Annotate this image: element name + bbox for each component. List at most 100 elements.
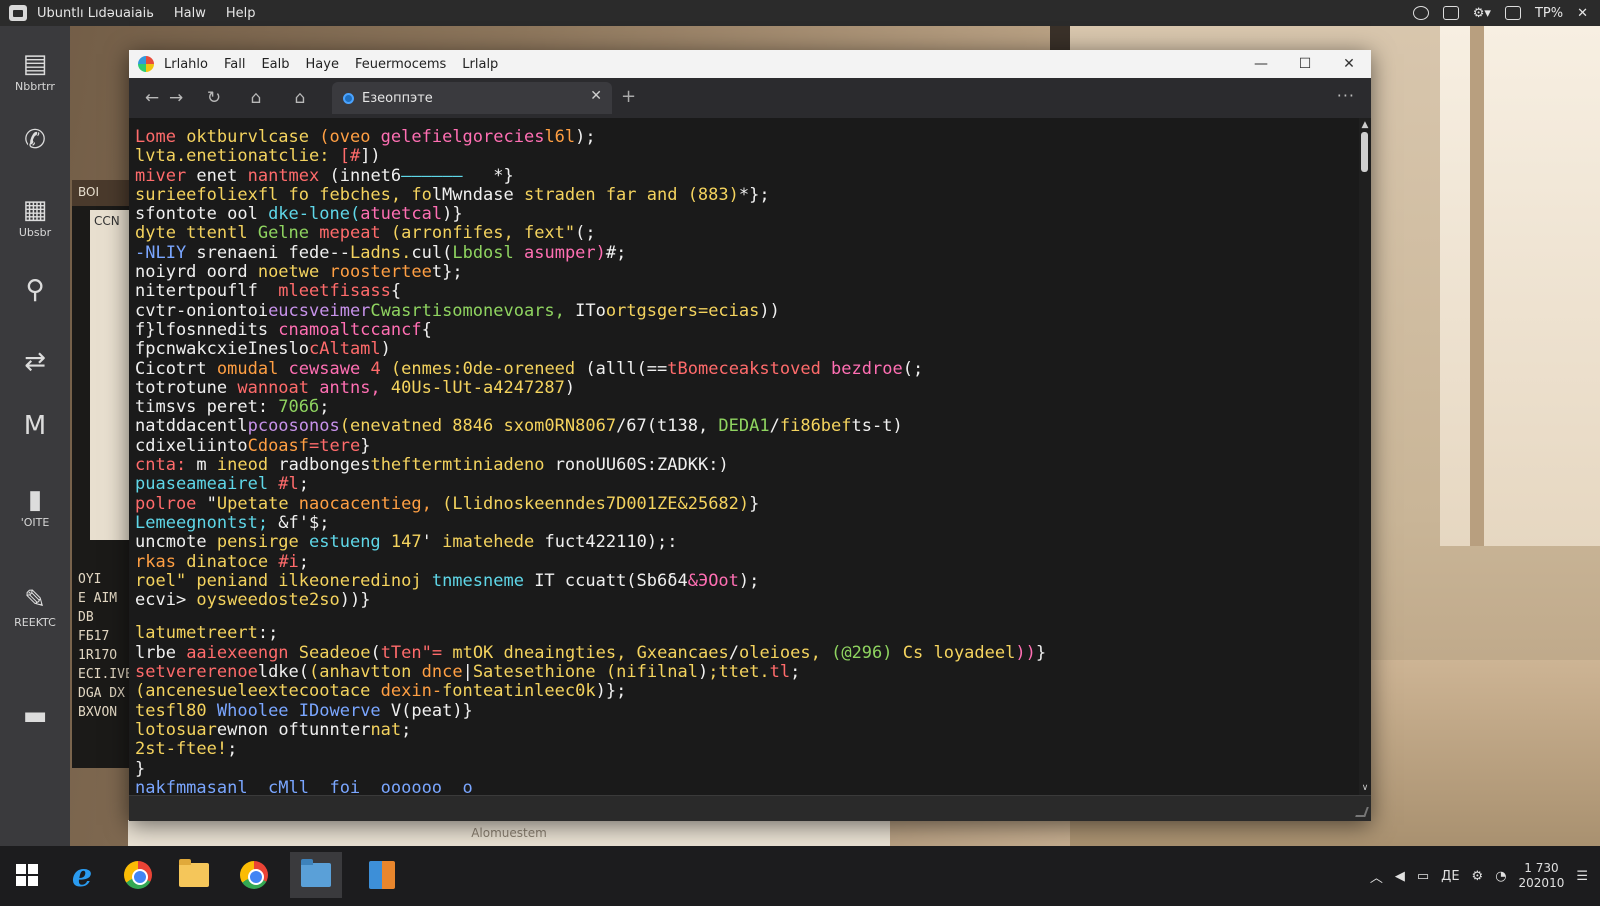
resize-grip-icon[interactable] [1355,807,1369,817]
code-token: tl [769,662,791,683]
dock-item-search[interactable]: ⚲ [0,274,70,306]
forward-arrow-icon[interactable]: → [169,88,183,108]
code-token: ecvi> [135,590,197,611]
new-tab-button[interactable]: + [621,86,636,107]
wifi-icon[interactable]: ◔ [1495,869,1506,884]
notifications-icon[interactable]: ☰ [1576,869,1588,884]
menu-app[interactable]: Lrlahlo [164,57,208,72]
chevron-up-icon[interactable]: ︿ [1370,867,1383,886]
menu-preferences[interactable]: Feuermocems [355,57,446,72]
dock-item-edit[interactable]: ✎ REEKTC [0,584,70,629]
code-token: timsvs peret: [135,397,279,418]
home-icon-2[interactable]: ⌂ [283,88,317,108]
code-token: V(peat)} [390,700,473,721]
taskbar-clock[interactable]: 1 730 202010 [1519,861,1565,891]
clock-icon[interactable] [1412,6,1429,20]
taskbar-3d-box[interactable] [356,852,408,898]
network-icon[interactable]: ⚙▾ [1473,6,1491,21]
code-token: ); [575,127,596,147]
clock-time: 1 730 [1524,861,1559,875]
code-token: *}; [738,184,770,205]
code-token: bezdroe [831,358,903,379]
more-options-icon[interactable]: ··· [1337,86,1355,105]
code-token: Satesethione [472,662,606,683]
dock-item-mail[interactable]: M [0,410,70,442]
dock-item-file[interactable]: ▮ 'OITE [0,484,70,529]
minimize-button[interactable]: — [1239,50,1283,78]
code-token: nantmex [247,165,330,186]
code-line: } [135,759,1359,779]
power-icon[interactable]: ✕ [1577,6,1588,21]
code-token: (oveo [319,127,381,147]
clock-date: 202010 [1518,876,1565,890]
menu-help[interactable]: Lrlalp [462,57,498,72]
taskbar-file-explorer[interactable] [168,852,220,898]
code-token: Ladns. [349,242,412,263]
code-token: ronoUU60S:ZADKK:) [554,455,729,476]
dock-item-documents[interactable]: ▤ Nbbrtrr [0,48,70,93]
display-icon[interactable] [1442,6,1459,20]
topbar-menu-1[interactable]: Halw [174,6,206,21]
start-button[interactable] [16,864,38,886]
dock-item-phone[interactable]: ✆ [0,124,70,156]
home-icon[interactable]: ⌂ [239,88,273,108]
reload-icon[interactable]: ↻ [197,88,231,108]
code-token: roel" peniand [135,570,279,591]
code-token: straden far and (883) [523,184,739,205]
scroll-up-icon[interactable]: ▲ [1359,120,1371,130]
scroll-thumb[interactable] [1361,132,1368,172]
code-token: | [462,662,473,683]
app-logo-icon[interactable] [9,5,27,21]
dock-item-transfer[interactable]: ⇄ [0,346,70,378]
code-token: tnmesneme [431,570,535,591]
code-token: tTen"= [380,642,453,663]
code-editor[interactable]: Lome oktburvlcase (oveo gelefielgorecies… [129,118,1359,795]
code-token: ); [738,570,760,591]
dock-item-notes[interactable]: ▦ Ubsbr [0,194,70,239]
code-token: fede-- [288,242,350,263]
code-token: =tere [309,435,361,456]
battery-label[interactable]: TP% [1535,6,1563,21]
code-token: lotosuar [135,719,217,740]
code-token: #; [605,242,627,263]
back-arrow-icon[interactable]: ← [135,88,169,108]
code-token: Cdoasf [247,435,310,456]
maximize-button[interactable]: ☐ [1283,50,1327,78]
code-token: )}; [595,681,627,702]
taskbar-chrome[interactable] [112,852,164,898]
input-indicator[interactable]: ДЕ [1441,869,1459,884]
transfer-icon: ⇄ [24,347,46,377]
start-pane [28,864,38,874]
taskbar-folder[interactable] [290,852,342,898]
scroll-down-icon[interactable]: ∨ [1359,783,1371,793]
keyboard-icon[interactable] [1504,6,1521,20]
code-token: Cwasrtisomonevoars, [370,300,576,321]
menu-file[interactable]: Fall [224,57,245,72]
code-token: cewsawe [288,358,371,379]
menu-view[interactable]: Haye [306,57,339,72]
speaker-icon[interactable]: ◀ [1395,869,1405,884]
code-token: Gxeancaes [636,642,729,663]
close-button[interactable]: ✕ [1327,50,1371,78]
topbar-app-name[interactable]: Ubuntlı Lıdəuaiaiь [37,6,154,21]
code-token: ) [564,377,576,398]
tab-close-icon[interactable]: ✕ [590,88,602,104]
vertical-scrollbar[interactable]: ▲ ∨ [1359,118,1371,795]
dock-item-folder[interactable]: ▬ [0,700,70,732]
code-token: enet [196,165,248,186]
topbar-menu-help[interactable]: Help [226,6,256,21]
taskbar-chrome-2[interactable] [228,852,280,898]
network-icon[interactable]: ▭ [1417,869,1429,884]
code-token: natddacentl [135,416,248,437]
tab-active[interactable]: Eзеоппэте ✕ [332,82,612,114]
code-token: 2st-ftee! [135,739,228,760]
folder-icon [301,859,331,887]
settings-icon[interactable]: ⚙ [1472,869,1484,884]
menu-edit[interactable]: Ealb [261,57,289,72]
code-line: Lemeegnontst; &f'$; [135,513,1359,533]
code-token: DEDA1 [718,416,770,437]
code-line: Cicotrt omudal cewsawe 4 (enmes:0de-oren… [135,358,1359,379]
system-tray: ︿ ◀ ▭ ДЕ ⚙ ◔ 1 730 202010 ☰ [1370,846,1588,906]
taskbar-edge[interactable]: e [56,852,108,898]
background-window-frame [1470,26,1484,546]
